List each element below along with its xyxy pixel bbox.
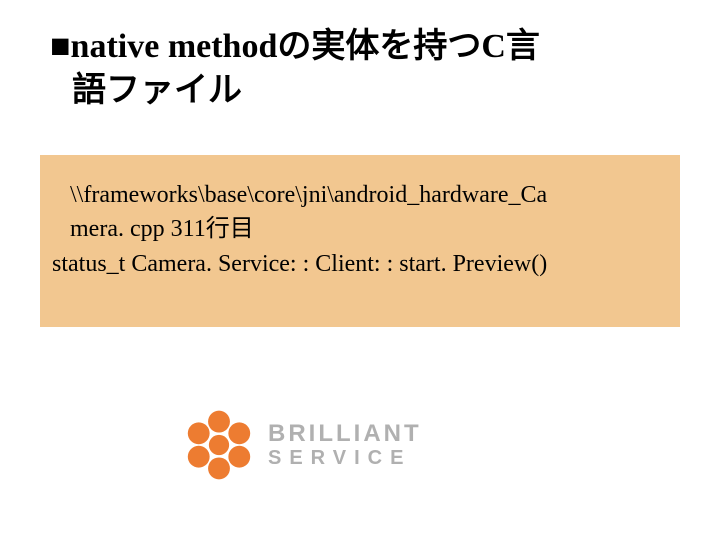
heading-line-1: native methodの実体を持つC言 xyxy=(71,28,540,65)
heading-line-2: 語ファイル xyxy=(72,72,242,109)
bullet-marker: ■ xyxy=(50,28,71,65)
code-path-line-1: \\frameworks\base\core\jni\android_hardw… xyxy=(70,179,668,211)
code-line: status_t Camera. Service: : Client: : st… xyxy=(52,248,668,280)
code-box: \\frameworks\base\core\jni\android_hardw… xyxy=(40,155,680,327)
slide: ■native methodの実体を持つC言 語ファイル \\framework… xyxy=(0,0,720,540)
code-path-line-2: mera. cpp 311行目 xyxy=(70,213,668,245)
brilliant-service-logo: BRILLIANT SERVICE xyxy=(180,400,580,490)
logo-text: BRILLIANT SERVICE xyxy=(268,422,422,468)
logo-mark-icon xyxy=(180,406,258,484)
logo-text-line-1: BRILLIANT xyxy=(268,422,422,446)
logo-text-line-2: SERVICE xyxy=(268,448,422,468)
slide-heading: ■native methodの実体を持つC言 語ファイル xyxy=(50,25,670,113)
